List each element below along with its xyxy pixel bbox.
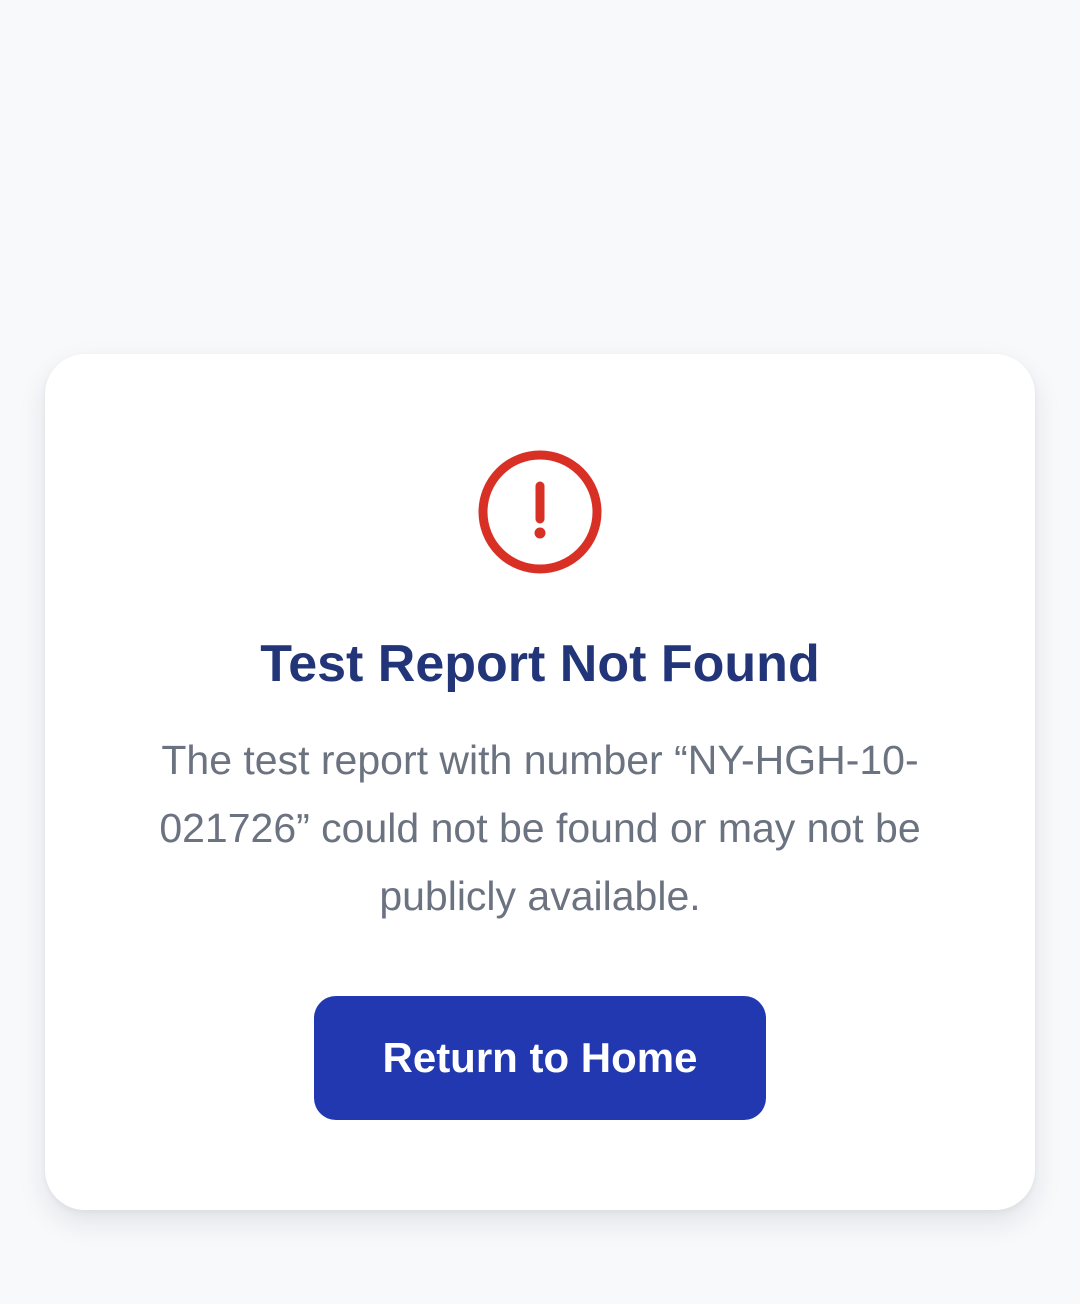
- page-title: Test Report Not Found: [260, 635, 820, 693]
- error-card: Test Report Not Found The test report wi…: [45, 354, 1035, 1210]
- error-message: The test report with number “NY-HGH-10-0…: [159, 737, 921, 919]
- return-home-button[interactable]: Return to Home: [314, 996, 766, 1120]
- alert-circle-icon: [478, 450, 602, 574]
